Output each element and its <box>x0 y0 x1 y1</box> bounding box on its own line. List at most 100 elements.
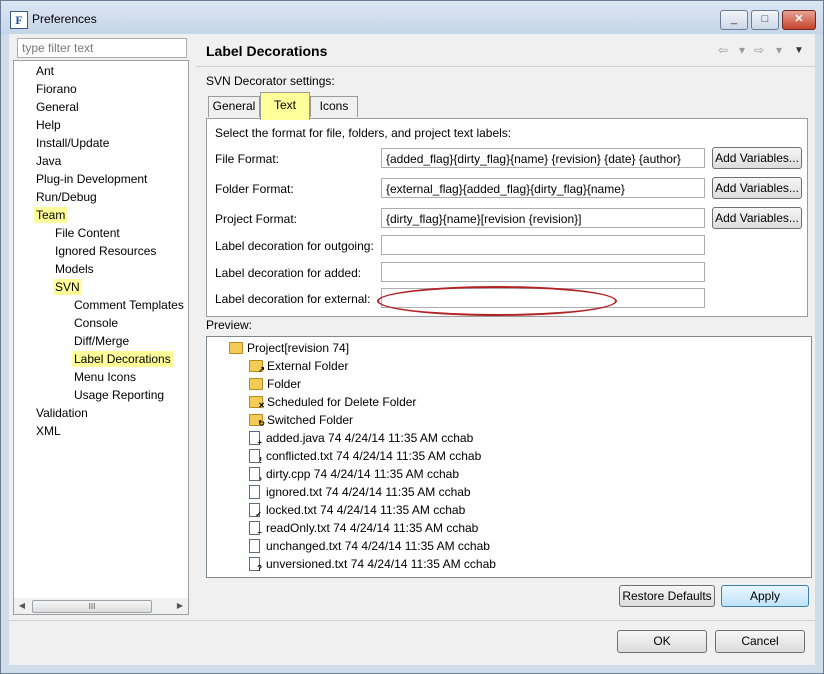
ok-button[interactable]: OK <box>617 630 707 653</box>
tree-item-java[interactable]: Java <box>34 153 63 169</box>
preferences-tree[interactable]: Ant Fiorano General Help Install/Update Java P… <box>13 60 189 602</box>
forward-menu-icon[interactable]: ▾ <box>776 43 782 57</box>
scroll-left-arrow[interactable]: ◀ <box>15 599 29 613</box>
folder-add-variables-button[interactable]: Add Variables... <box>712 177 802 199</box>
preview-item[interactable]: Project[revision 74] <box>229 339 349 357</box>
tree-item-team[interactable]: Team <box>34 207 68 223</box>
file-icon <box>249 485 260 499</box>
app-icon: F <box>10 11 28 29</box>
format-instructions: Select the format for file, folders, and… <box>215 126 512 140</box>
tree-horizontal-scrollbar[interactable]: ◀ III ▶ <box>13 598 189 615</box>
tree-item-general[interactable]: General <box>34 99 81 115</box>
preview-item[interactable]: ! conflicted.txt 74 4/24/14 11:35 AM ccha… <box>249 447 481 465</box>
file-icon: ✓ <box>249 503 262 519</box>
tree-item-validation[interactable]: Validation <box>34 405 90 421</box>
preview-item-label: ignored.txt 74 4/24/14 11:35 AM cchab <box>266 485 471 499</box>
tree-item-fiorano[interactable]: Fiorano <box>34 81 79 97</box>
preview-item-label: External Folder <box>267 359 349 373</box>
preview-item-label: readOnly.txt 74 4/24/14 11:35 AM cchab <box>266 521 479 535</box>
tree-item-label-decorations[interactable]: Label Decorations <box>72 351 173 367</box>
tree-item-install-update[interactable]: Install/Update <box>34 135 111 151</box>
page-title: Label Decorations <box>206 43 328 59</box>
outgoing-decoration-label: Label decoration for outgoing: <box>215 239 374 253</box>
cancel-button[interactable]: Cancel <box>715 630 805 653</box>
file-icon <box>249 539 260 553</box>
preview-item[interactable]: ignored.txt 74 4/24/14 11:35 AM cchab <box>249 483 471 501</box>
scroll-thumb[interactable]: III <box>32 600 152 613</box>
tree-item-run-debug[interactable]: Run/Debug <box>34 189 99 205</box>
preview-item-label: Project[revision 74] <box>247 341 350 355</box>
tree-item-menu-icons[interactable]: Menu Icons <box>72 369 138 385</box>
folder-format-label: Folder Format: <box>215 182 294 196</box>
added-decoration-input[interactable] <box>381 262 705 282</box>
file-icon: › <box>249 467 262 483</box>
folder-icon: ↗ <box>249 360 265 374</box>
tree-item-plug-in-development[interactable]: Plug-in Development <box>34 171 149 187</box>
file-icon: + <box>249 431 262 447</box>
filter-input[interactable]: type filter text <box>17 38 187 58</box>
preview-item[interactable]: ↻ Switched Folder <box>249 411 353 429</box>
tree-item-ant[interactable]: Ant <box>34 63 56 79</box>
tree-item-svn[interactable]: SVN <box>53 279 82 295</box>
apply-button[interactable]: Apply <box>721 585 809 607</box>
text-tab-content: Select the format for file, folders, and… <box>206 118 808 317</box>
preview-item[interactable]: unchanged.txt 74 4/24/14 11:35 AM cchab <box>249 537 490 555</box>
view-menu-icon[interactable]: ▼ <box>794 45 804 56</box>
preview-item[interactable]: ✓ locked.txt 74 4/24/14 11:35 AM cchab <box>249 501 465 519</box>
overlay-icon: ✕ <box>258 401 265 410</box>
tree-item-usage-reporting[interactable]: Usage Reporting <box>72 387 166 403</box>
preview-item[interactable]: ↗ External Folder <box>249 357 348 375</box>
forward-icon[interactable]: ⇨ <box>754 43 764 57</box>
folder-format-input[interactable]: {external_flag}{added_flag}{dirty_flag}{… <box>381 178 705 198</box>
file-add-variables-button[interactable]: Add Variables... <box>712 147 802 169</box>
tab-general[interactable]: General <box>208 96 260 117</box>
project-format-input[interactable]: {dirty_flag}{name}[revision {revision}] <box>381 208 705 228</box>
external-decoration-label: Label decoration for external: <box>215 292 371 306</box>
project-folder-icon <box>229 342 243 354</box>
restore-defaults-button[interactable]: Restore Defaults <box>619 585 715 607</box>
tab-icons[interactable]: Icons <box>310 96 358 117</box>
preview-item-label: added.java 74 4/24/14 11:35 AM cchab <box>266 431 474 445</box>
overlay-icon: + <box>257 438 262 447</box>
tree-item-console[interactable]: Console <box>72 315 120 331</box>
preview-item-label: unchanged.txt 74 4/24/14 11:35 AM cchab <box>266 539 490 553</box>
scroll-right-arrow[interactable]: ▶ <box>173 599 187 613</box>
tab-text[interactable]: Text <box>260 92 310 120</box>
overlay-icon: ✓ <box>255 510 262 519</box>
project-add-variables-button[interactable]: Add Variables... <box>712 207 802 229</box>
preview-item[interactable]: Folder <box>249 375 301 393</box>
preview-item[interactable]: ✕ Scheduled for Delete Folder <box>249 393 416 411</box>
maximize-button[interactable]: □ <box>751 10 779 30</box>
annotation-ellipse <box>377 286 617 316</box>
preferences-window: F Preferences _ □ ✕ type filter text Ant… <box>0 0 824 674</box>
overlay-icon: ↻ <box>258 419 265 428</box>
preview-tree[interactable]: Project[revision 74] ↗ External Folder Fold… <box>206 336 812 578</box>
preview-item[interactable]: › dirty.cpp 74 4/24/14 11:35 AM cchab <box>249 465 459 483</box>
preview-item-label: Scheduled for Delete Folder <box>267 395 417 409</box>
outgoing-decoration-input[interactable] <box>381 235 705 255</box>
folder-icon: ✕ <box>249 396 265 410</box>
overlay-icon: – <box>257 528 262 537</box>
preview-item[interactable]: – readOnly.txt 74 4/24/14 11:35 AM cchab <box>249 519 478 537</box>
back-icon[interactable]: ⇦ <box>718 43 728 57</box>
tree-item-help[interactable]: Help <box>34 117 63 133</box>
preview-item[interactable]: ? unversioned.txt 74 4/24/14 11:35 AM cch… <box>249 555 496 573</box>
folder-icon <box>249 378 263 390</box>
preview-label: Preview: <box>206 318 253 332</box>
minimize-button[interactable]: _ <box>720 10 748 30</box>
preview-item-label: Switched Folder <box>267 413 354 427</box>
overlay-icon: › <box>259 474 262 483</box>
tree-item-comment-templates[interactable]: Comment Templates <box>72 297 186 313</box>
tree-item-diff-merge[interactable]: Diff/Merge <box>72 333 131 349</box>
tree-item-file-content[interactable]: File Content <box>53 225 122 241</box>
preference-page: Label Decorations ⇦ ▾ ⇨ ▾ ▼ SVN Decorato… <box>196 34 815 594</box>
dialog-client-area: type filter text Ant Fiorano General Help In… <box>9 34 815 665</box>
tree-item-ignored-resources[interactable]: Ignored Resources <box>53 243 158 259</box>
tree-item-models[interactable]: Models <box>53 261 96 277</box>
preview-item[interactable]: + added.java 74 4/24/14 11:35 AM cchab <box>249 429 473 447</box>
tree-item-xml[interactable]: XML <box>34 423 63 439</box>
back-menu-icon[interactable]: ▾ <box>739 43 745 57</box>
window-title: Preferences <box>32 12 97 26</box>
file-format-input[interactable]: {added_flag}{dirty_flag}{name} {revision… <box>381 148 705 168</box>
close-button[interactable]: ✕ <box>782 10 816 30</box>
